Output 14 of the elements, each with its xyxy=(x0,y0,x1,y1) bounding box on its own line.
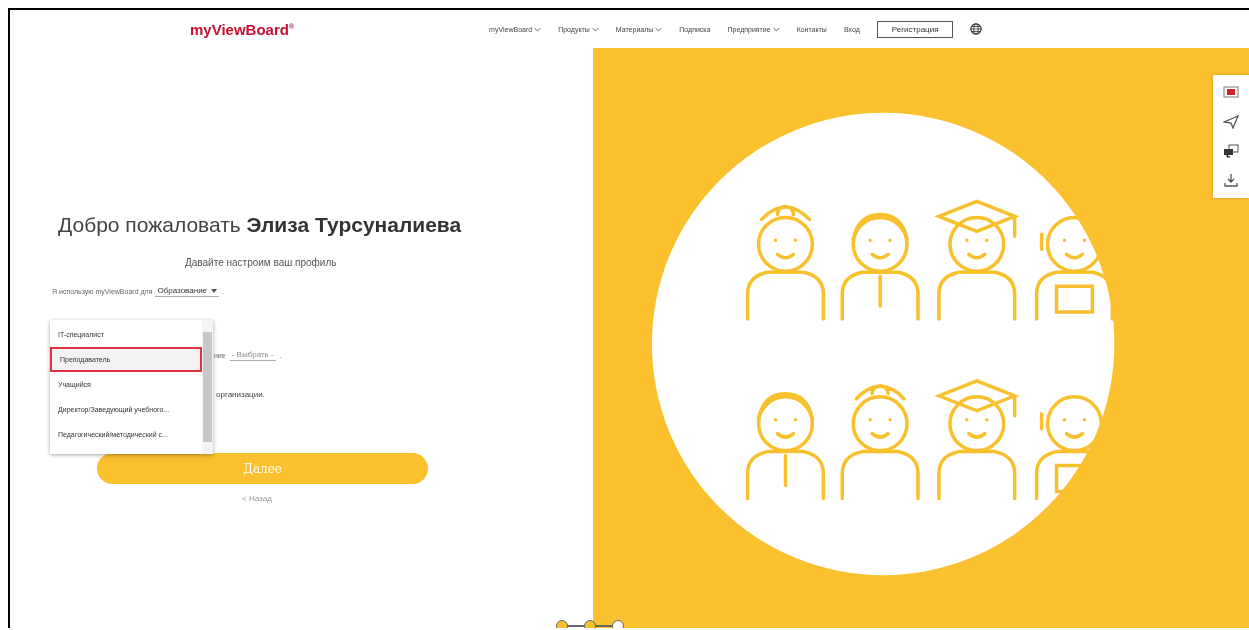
logo[interactable]: myViewBoard$^{®}$ xyxy=(190,20,295,38)
organization-text: организации. xyxy=(216,390,265,399)
download-icon[interactable] xyxy=(1223,172,1239,187)
globe-icon[interactable] xyxy=(970,23,983,35)
scrollbar[interactable] xyxy=(202,320,213,454)
welcome-heading: Добро пожаловать Элиза Турсуналиева xyxy=(58,213,462,237)
whiteboard-icon[interactable] xyxy=(1223,86,1239,101)
subtitle: Давайте настроим ваш профиль xyxy=(185,257,337,268)
register-button[interactable]: Регистрация xyxy=(876,20,954,38)
caret-icon xyxy=(211,288,218,293)
send-icon[interactable] xyxy=(1223,115,1239,130)
screen-share-icon[interactable] xyxy=(1223,143,1239,158)
use-select[interactable]: Образование xyxy=(155,285,220,297)
role-select[interactable]: - Выбрать - xyxy=(229,349,276,361)
